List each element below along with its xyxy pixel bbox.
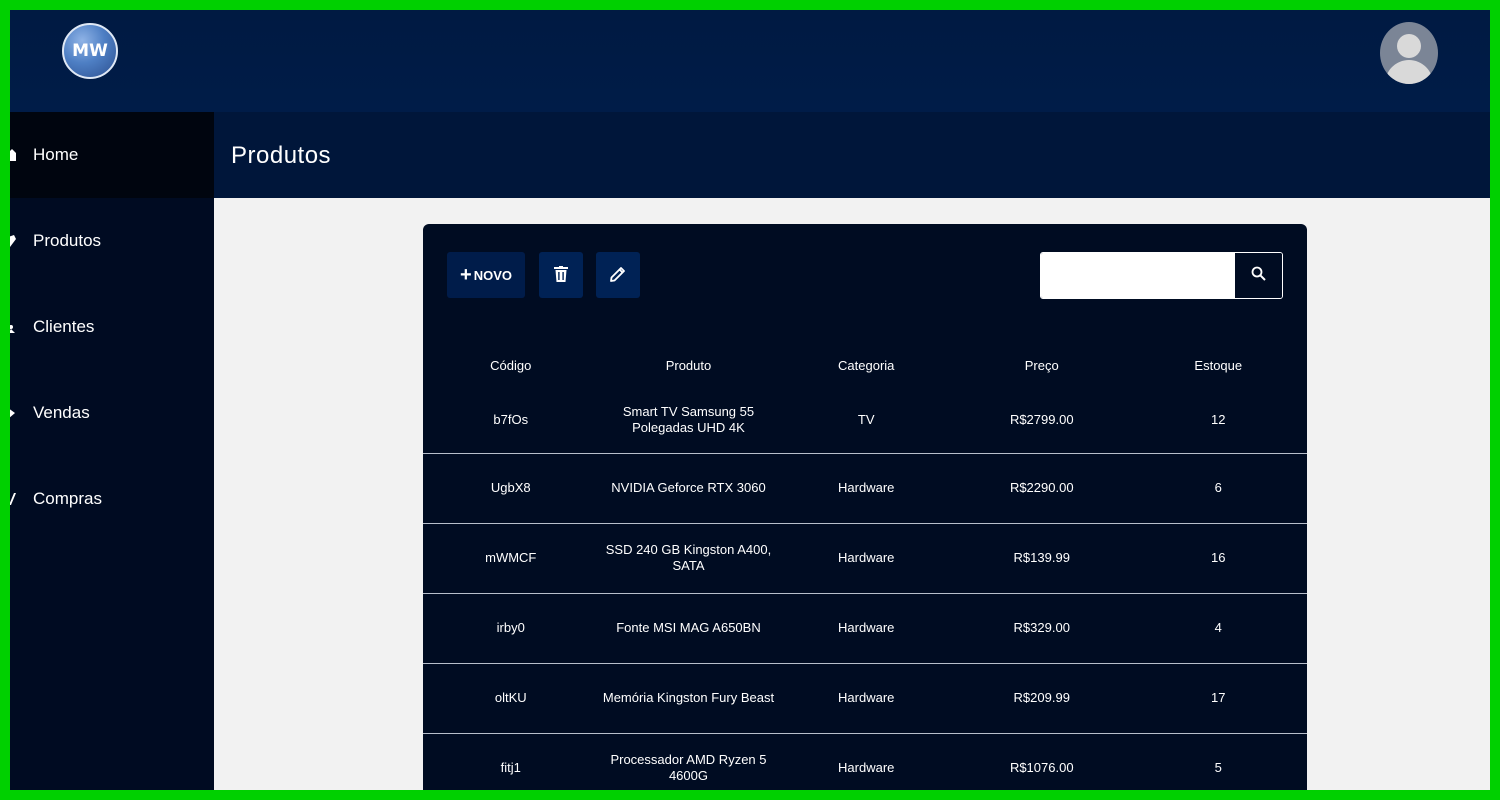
cell-estoque: 4 [1214,620,1222,635]
cell-categoria: Hardware [838,550,895,565]
cell-produto: Memória Kingston Fury Beast [598,663,778,733]
brand-logo[interactable]: MW [62,23,118,79]
box-icon [10,233,16,249]
table-row[interactable]: b7fOs Smart TV Samsung 55 Polegadas UHD … [423,388,1307,453]
delete-button[interactable] [539,252,583,298]
cell-preco: R$2799.00 [1009,412,1074,428]
sidebar-item-label: Clientes [33,317,95,336]
sidebar-item-clientes[interactable]: Clientes [10,284,214,370]
cart-icon [10,491,16,507]
new-button-label: NOVO [473,267,512,283]
pencil-icon [610,266,626,285]
home-icon [10,147,16,163]
cell-codigo: UgbX8 [490,480,531,495]
sidebar-item-home[interactable]: Home [10,112,214,198]
avatar-body [1385,60,1433,84]
sidebar: Home Produtos Clientes Vendas Compras [10,112,214,790]
edit-button[interactable] [596,252,640,298]
trash-icon [554,265,568,285]
sidebar-item-compras[interactable]: Compras [10,456,214,542]
products-panel: + NOVO Código Produto Categoria Preço Es… [423,224,1307,790]
app-window: MW Home Produtos Clientes Vendas Compras… [10,10,1490,790]
sidebar-item-label: Produtos [33,231,102,250]
cell-preco: R$2290.00 [1009,480,1074,495]
cell-produto: Fonte MSI MAG A650BN [598,593,778,663]
column-header-produto[interactable]: Produto [598,330,778,388]
cell-estoque: 12 [1211,412,1226,428]
cell-preco: R$209.99 [1013,690,1070,705]
users-icon [10,319,16,335]
cell-estoque: 17 [1211,690,1226,705]
avatar-head [1397,34,1421,58]
cell-categoria: Hardware [838,480,895,495]
sidebar-item-vendas[interactable]: Vendas [10,370,214,456]
sales-icon [10,405,16,421]
column-header-categoria[interactable]: Categoria [778,330,954,388]
cell-preco: R$1076.00 [1009,760,1074,775]
user-avatar-icon[interactable] [1380,22,1438,84]
cell-categoria: Hardware [838,760,895,775]
cell-codigo: irby0 [496,620,525,635]
product-name: Memória Kingston Fury Beast [602,690,775,705]
product-name: SSD 240 GB Kingston A400, SATA [605,542,772,573]
search-box [1040,252,1283,299]
product-name: Fonte MSI MAG A650BN [616,620,761,635]
table-row[interactable]: irby0 Fonte MSI MAG A650BN Hardware R$32… [423,593,1307,663]
cell-codigo: oltKU [494,690,527,705]
table-row[interactable]: oltKU Memória Kingston Fury Beast Hardwa… [423,663,1307,733]
sidebar-item-label: Home [33,145,79,164]
cell-preco: R$139.99 [1013,550,1070,565]
sidebar-item-produtos[interactable]: Produtos [10,198,214,284]
products-table: Código Produto Categoria Preço Estoque b… [423,330,1307,790]
new-product-button[interactable]: + NOVO [447,252,525,298]
column-header-estoque[interactable]: Estoque [1130,330,1307,388]
sidebar-item-label: Compras [33,489,102,508]
cell-codigo: mWMCF [485,550,537,565]
product-name: Smart TV Samsung 55 Polegadas UHD 4K [622,404,755,436]
table-row[interactable]: fitj1 Processador AMD Ryzen 5 4600G Hard… [423,733,1307,790]
cell-codigo: b7fOs [493,412,529,428]
cell-codigo: fitj1 [500,760,521,775]
search-icon [1251,266,1266,286]
table-header-row: Código Produto Categoria Preço Estoque [423,330,1307,388]
cell-estoque: 16 [1211,550,1226,565]
cell-preco: R$329.00 [1013,620,1070,635]
product-name: Processador AMD Ryzen 5 4600G [610,752,767,783]
cell-produto: Smart TV Samsung 55 Polegadas UHD 4K [598,388,778,453]
cell-estoque: 5 [1214,760,1222,775]
cell-categoria: TV [857,412,875,428]
cell-estoque: 6 [1214,480,1222,495]
product-name: NVIDIA Geforce RTX 3060 [611,480,766,495]
page-title: Produtos [231,142,332,169]
top-bar: MW [10,10,1490,112]
search-input[interactable] [1041,253,1235,298]
sidebar-item-label: Vendas [33,403,90,422]
search-button[interactable] [1235,253,1282,298]
cell-produto: SSD 240 GB Kingston A400, SATA [598,523,778,593]
cell-categoria: Hardware [838,620,895,635]
page-header: Produtos [214,112,1490,198]
cell-produto: Processador AMD Ryzen 5 4600G [598,733,778,790]
cell-produto: NVIDIA Geforce RTX 3060 [598,453,778,523]
column-header-preco[interactable]: Preço [954,330,1130,388]
table-row[interactable]: UgbX8 NVIDIA Geforce RTX 3060 Hardware R… [423,453,1307,523]
plus-icon: + [460,264,472,286]
cell-categoria: Hardware [838,690,895,705]
column-header-codigo[interactable]: Código [423,330,598,388]
table-row[interactable]: mWMCF SSD 240 GB Kingston A400, SATA Har… [423,523,1307,593]
